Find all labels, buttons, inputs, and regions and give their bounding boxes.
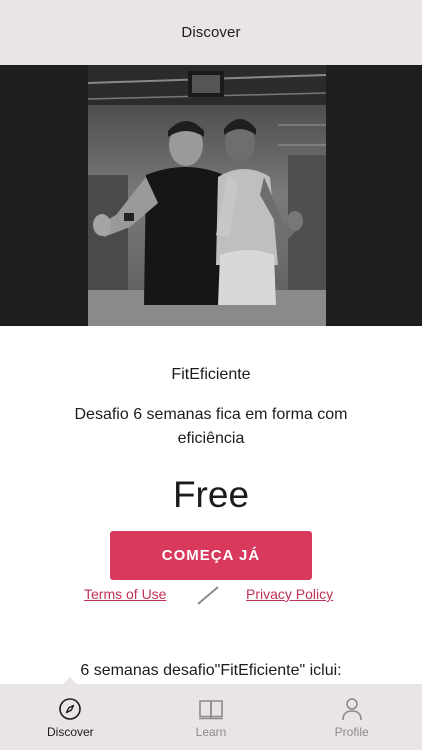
tab-profile-label: Profile [334, 725, 369, 739]
hero-photo [88, 65, 326, 326]
bottom-tab-bar: Discover Learn Profile [0, 677, 422, 750]
app-name: FitEficiente [171, 366, 251, 383]
terms-of-use-link[interactable]: Terms of Use [84, 586, 166, 602]
start-now-button[interactable]: COMEÇA JÁ [110, 531, 312, 580]
app-description: Desafio 6 semanas fica em forma com efic… [74, 406, 348, 447]
active-tab-indicator [63, 677, 77, 684]
tab-learn[interactable]: Learn [141, 684, 282, 750]
book-icon [198, 696, 224, 722]
top-nav-bar: Discover [0, 0, 422, 65]
tab-profile[interactable]: Profile [281, 684, 422, 750]
link-divider [197, 586, 219, 605]
price-label: Free [172, 474, 250, 515]
privacy-policy-link[interactable]: Privacy Policy [246, 586, 333, 602]
tab-discover[interactable]: Discover [0, 684, 141, 750]
app-details: FitEficiente Desafio 6 semanas fica em f… [0, 326, 422, 684]
tab-learn-label: Learn [195, 725, 227, 739]
person-icon [341, 696, 363, 722]
compass-icon [58, 696, 82, 722]
hero-banner [0, 65, 422, 326]
tab-discover-label: Discover [46, 725, 94, 739]
page-title: Discover [181, 24, 241, 41]
